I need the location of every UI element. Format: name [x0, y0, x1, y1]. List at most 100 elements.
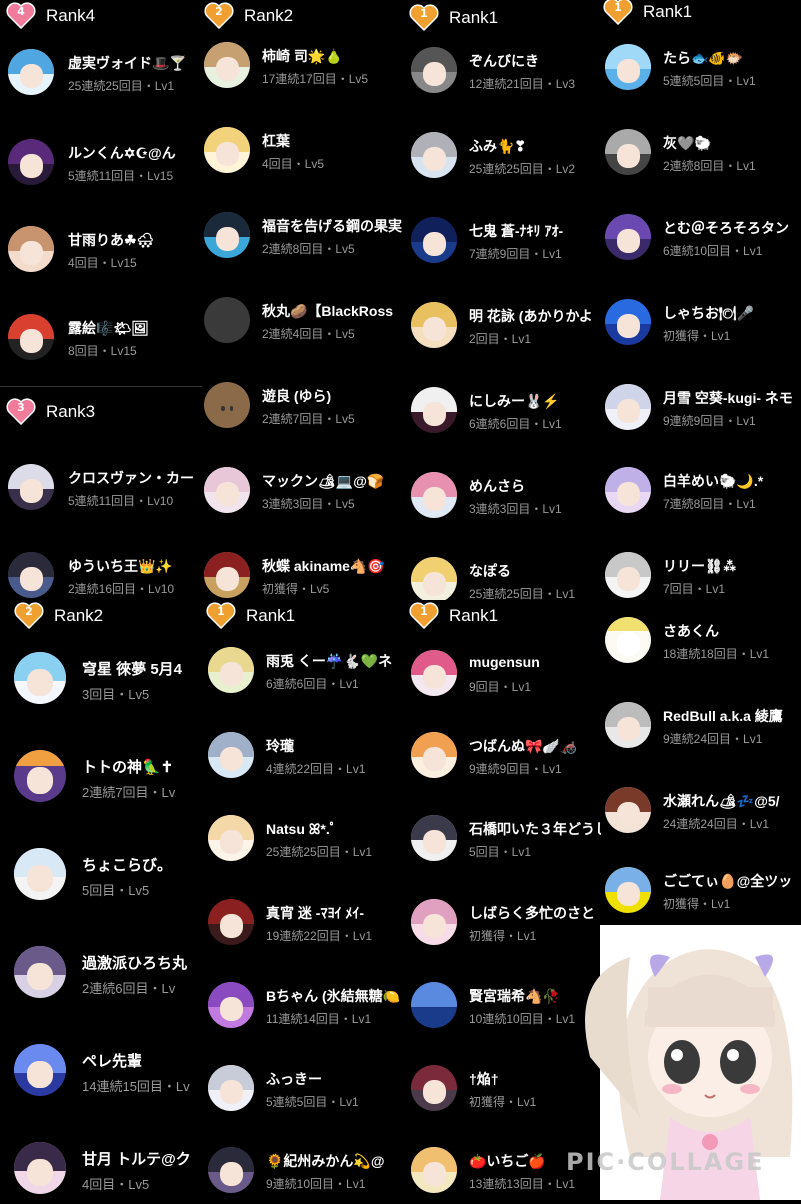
- avatar: [204, 127, 250, 173]
- list-item[interactable]: しゃちお🍽🎤 初獲得・Lv1: [601, 297, 801, 357]
- list-item[interactable]: 虚実ヴォイド🎩🍸 25連続25回目・Lv1: [0, 45, 202, 105]
- list-item[interactable]: 玲瓏 4連続22回目・Lv1: [202, 730, 407, 790]
- avatar: [605, 384, 651, 430]
- list-item[interactable]: 福音を告げる鋼の果実 2連続8回目・Lv5: [202, 210, 407, 270]
- entry-name: 水瀬れん🏕💤@5/: [663, 793, 780, 809]
- list-item[interactable]: RedBull a.k.a 綾鷹 9連続24回目・Lv1: [601, 700, 801, 760]
- entry-meta: 4回目・Lv5: [262, 157, 325, 171]
- list-item[interactable]: リリー⛓⁂ 7回目・Lv1: [601, 550, 801, 610]
- list-item[interactable]: ゆういち王👑✨ 2連続16回目・Lv10: [0, 548, 202, 600]
- list-item[interactable]: 水瀬れん🏕💤@5/ 24連続24回目・Lv1: [601, 785, 801, 845]
- avatar: [14, 652, 66, 704]
- rank1-panel: 1 Rank1 ぞんびにき 12連続21回目・Lv3 ふみ🐈❣ 25連続25回目…: [407, 0, 601, 600]
- list-item[interactable]: 秋丸🥔【BlackRoss 2連続4回目・Lv5: [202, 295, 407, 355]
- list-item[interactable]: 過激派ひろち丸 2連続6回目・Lv: [0, 944, 202, 1004]
- avatar: [8, 552, 54, 598]
- list-item[interactable]: 穹星 徠夢 5月4 3回目・Lv5: [0, 650, 202, 710]
- avatar: [411, 1065, 457, 1111]
- avatar: [14, 848, 66, 900]
- entry-meta: 6連続6回目・Lv1: [469, 417, 562, 431]
- list-item[interactable]: mugensun 9回目・Lv1: [407, 648, 601, 708]
- avatar: [411, 387, 457, 433]
- avatar: [411, 472, 457, 518]
- list-item[interactable]: 石橋叩いた３年どうし 5回目・Lv1: [407, 813, 601, 873]
- list-item[interactable]: ぞんびにき 12連続21回目・Lv3: [407, 45, 601, 105]
- avatar: [204, 382, 250, 428]
- entry-name: 虚実ヴォイド🎩🍸: [68, 55, 187, 71]
- entry-name: めんさら: [469, 478, 525, 494]
- list-item[interactable]: ルンくん✡☪@ん 5連続11回目・Lv15: [0, 135, 202, 195]
- list-item[interactable]: 甘雨りあ☘🌨 4回目・Lv15: [0, 222, 202, 282]
- rank-header: 2 Rank2: [14, 602, 103, 629]
- list-item[interactable]: トトの神🦜✝ 2連続7回目・Lv: [0, 748, 202, 808]
- avatar: [14, 1142, 66, 1194]
- entry-name: 甘雨りあ☘🌨: [68, 232, 155, 248]
- avatar: [411, 217, 457, 263]
- list-item[interactable]: さあくん 18連続18回目・Lv1: [601, 615, 801, 675]
- list-item[interactable]: 秋蝶 akiname🐴🎯 初獲得・Lv5: [202, 550, 407, 600]
- entry-meta: 2連続8回目・Lv5: [262, 242, 355, 256]
- avatar: [14, 750, 66, 802]
- list-item[interactable]: 灰🩶🐑 2連続8回目・Lv1: [601, 127, 801, 187]
- heart-rank-icon: 3: [6, 398, 36, 425]
- list-item[interactable]: にしみー🐰⚡ 6連続6回目・Lv1: [407, 385, 601, 445]
- avatar: [411, 732, 457, 778]
- list-item[interactable]: ふみ🐈❣ 25連続25回目・Lv2: [407, 130, 601, 190]
- list-item[interactable]: 月雪 空葵-kugi- ネモ 9連続9回目・Lv1: [601, 382, 801, 442]
- list-item[interactable]: 杠葉 4回目・Lv5: [202, 125, 407, 185]
- entry-name: 月雪 空葵-kugi- ネモ: [663, 390, 793, 406]
- entry-name: RedBull a.k.a 綾鷹: [663, 708, 783, 724]
- list-item[interactable]: 遊良 (ゆら) 2連続7回目・Lv5: [202, 380, 407, 440]
- list-item[interactable]: 明 花詠 (あかりかよ 2回目・Lv1: [407, 300, 601, 360]
- avatar: [8, 226, 54, 272]
- list-item[interactable]: 雨兎 くー☔🐇💚ネ 6連続6回目・Lv1: [202, 645, 407, 705]
- entry-meta: 5連続5回目・Lv1: [266, 1095, 359, 1109]
- entry-meta: 18連続18回目・Lv1: [663, 647, 770, 661]
- list-item[interactable]: Bちゃん (氷結無糖🍋 11連続14回目・Lv1: [202, 980, 407, 1040]
- avatar: [208, 647, 254, 693]
- list-item[interactable]: とむ＠そろそろタン 6連続10回目・Lv1: [601, 212, 801, 272]
- entry-meta: 14連続15回目・Lv: [82, 1079, 190, 1094]
- list-item[interactable]: たら🐟🐠🐡 5連続5回目・Lv1: [601, 42, 801, 102]
- avatar: [605, 617, 651, 663]
- rank-header: 1 Rank1: [603, 0, 692, 25]
- list-item[interactable]: 白羊めい🐑🌙.* 7連続8回目・Lv1: [601, 465, 801, 525]
- list-item[interactable]: めんさら 3連続3回目・Lv1: [407, 470, 601, 530]
- list-item[interactable]: なぽる 25連続25回目・Lv1: [407, 555, 601, 600]
- entry-name: 玲瓏: [266, 738, 294, 754]
- avatar: [605, 129, 651, 175]
- list-item[interactable]: Natsu ꕤ*.ﾟ 25連続25回目・Lv1: [202, 813, 407, 873]
- heart-rank-icon: 1: [409, 602, 439, 629]
- list-item[interactable]: マックン🏕💻@🍞 3連続3回目・Lv5: [202, 465, 407, 525]
- list-item[interactable]: 柿崎 司🌟🍐 17連続17回目・Lv5: [202, 40, 407, 100]
- list-item[interactable]: 露絵🎼🌤🖼 8回目・Lv15: [0, 310, 202, 370]
- rank-label: Rank1: [246, 605, 296, 625]
- list-item[interactable]: 七鬼 蒼-ﾅｷﾘ ｱｵ- 7連続9回目・Lv1: [407, 215, 601, 275]
- entry-meta: 7連続8回目・Lv1: [663, 497, 756, 511]
- list-item[interactable]: 🌻紀州みかん💫@ 9連続10回目・Lv1: [202, 1145, 407, 1200]
- list-item[interactable]: つばんぬ🎀🪽🦽 9連続9回目・Lv1: [407, 730, 601, 790]
- entry-name: 秋丸🥔【BlackRoss: [262, 303, 394, 319]
- rank-label: Rank1: [449, 7, 499, 27]
- rank-label: Rank2: [244, 5, 294, 25]
- list-item[interactable]: ペレ先輩 14連続15回目・Lv: [0, 1042, 202, 1102]
- avatar: [605, 299, 651, 345]
- divider: [0, 386, 202, 387]
- entry-name: 雨兎 くー☔🐇💚ネ: [266, 653, 393, 669]
- heart-rank-icon: 4: [6, 2, 36, 29]
- entry-name: 福音を告げる鋼の果実: [262, 218, 402, 234]
- list-item[interactable]: クロスヴァン・カー 5連続11回目・Lv10: [0, 460, 202, 520]
- entry-meta: 3連続3回目・Lv5: [262, 497, 355, 511]
- entry-meta: 初獲得・Lv1: [663, 329, 731, 343]
- list-item[interactable]: ちょこらび。 5回目・Lv5: [0, 846, 202, 906]
- list-item[interactable]: ふっきー 5連続5回目・Lv1: [202, 1063, 407, 1123]
- entry-name: 真宵 迷 -ﾏﾖｲ ﾒｲ-: [266, 905, 364, 921]
- entry-meta: 25連続25回目・Lv1: [266, 845, 373, 859]
- list-item[interactable]: ごごてぃ🥚@全ツッ 初獲得・Lv1: [601, 865, 801, 917]
- list-item[interactable]: 甘月 トルテ@ク 4回目・Lv5: [0, 1140, 202, 1200]
- rank-header: 3 Rank3: [6, 398, 95, 425]
- entry-meta: 4回目・Lv15: [68, 256, 137, 270]
- list-item[interactable]: 真宵 迷 -ﾏﾖｲ ﾒｲ- 19連続22回目・Lv1: [202, 897, 407, 957]
- entry-name: 遊良 (ゆら): [262, 388, 332, 404]
- entry-name: 明 花詠 (あかりかよ: [469, 308, 593, 324]
